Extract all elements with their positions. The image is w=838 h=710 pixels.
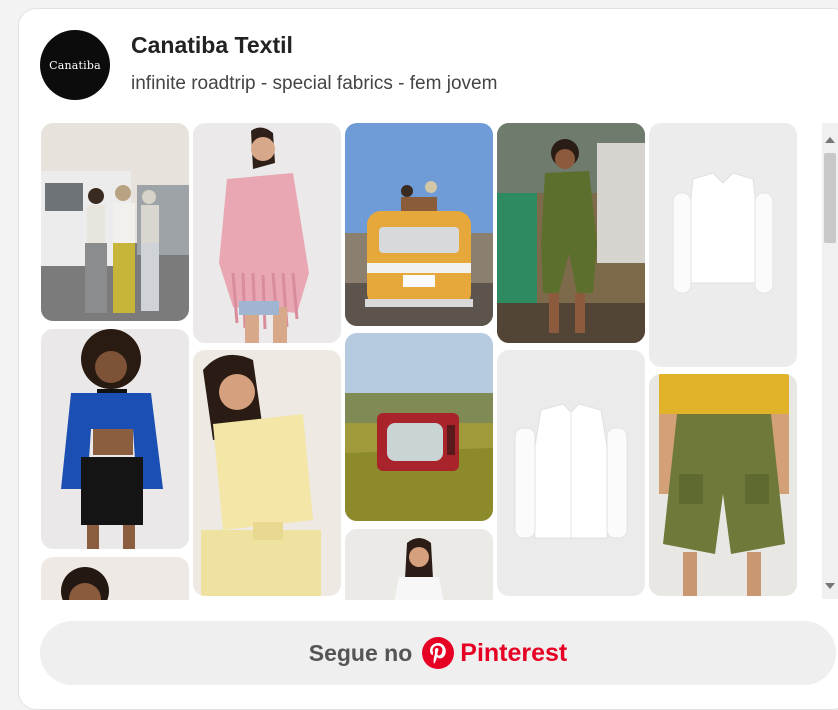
- pin-tv-in-field[interactable]: [345, 333, 493, 521]
- follow-button-prefix: Segue no: [308, 639, 413, 666]
- pin-green-cargo-shorts[interactable]: [649, 374, 797, 596]
- pin-grid-scrollbar[interactable]: [822, 123, 838, 599]
- pin-grid: [0, 0, 838, 600]
- pinterest-logo-icon: [422, 637, 455, 669]
- follow-on-pinterest-button[interactable]: Segue no Pinterest: [40, 621, 836, 685]
- pin-pink-fringe-jacket[interactable]: [193, 123, 341, 343]
- pin-white-shirt[interactable]: [497, 350, 645, 596]
- pin-friends-van[interactable]: [41, 123, 189, 321]
- pin-yellow-denim-set[interactable]: [193, 350, 341, 596]
- pin-partial-white-shirt-model[interactable]: [345, 529, 493, 600]
- scroll-down-arrow-icon[interactable]: [825, 583, 835, 589]
- scroll-thumb[interactable]: [824, 153, 836, 243]
- follow-button-brand: Pinterest: [460, 638, 568, 667]
- pin-white-jacket[interactable]: [649, 123, 797, 367]
- pin-yellow-van[interactable]: [345, 123, 493, 326]
- pin-blue-corduroy-jacket[interactable]: [41, 329, 189, 549]
- pin-green-jumpsuit[interactable]: [497, 123, 645, 343]
- scroll-up-arrow-icon[interactable]: [825, 137, 835, 143]
- pin-partial-portrait[interactable]: [41, 557, 189, 600]
